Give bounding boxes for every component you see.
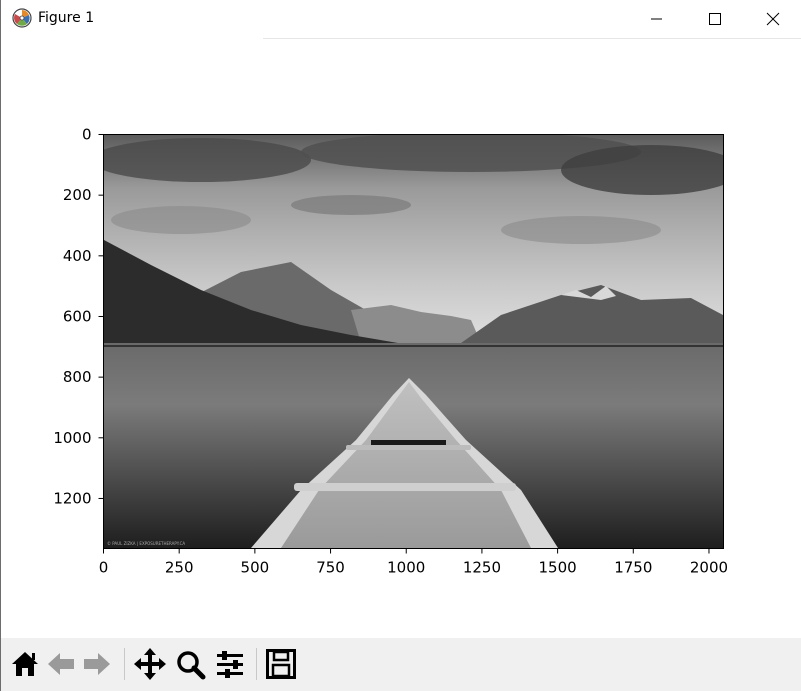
figure-canvas[interactable]: © PAUL ZIZKA | EXPOSURETHERAPY.CA 0 200 40…	[1, 38, 801, 638]
toolbar-separator	[256, 648, 257, 680]
window-title: Figure 1	[38, 10, 95, 26]
x-tick-label: 500	[241, 559, 270, 577]
home-icon	[12, 652, 38, 676]
y-tick-label: 0	[82, 126, 92, 144]
y-tick-label: 800	[63, 368, 92, 386]
x-tick-label: 1250	[463, 559, 501, 577]
figure-window: Figure 1 © PAUL ZIZKA | EXPOSURETHERAPY.…	[0, 0, 801, 691]
x-tick-label: 1500	[539, 559, 577, 577]
forward-icon	[84, 653, 110, 675]
landscape-image: © PAUL ZIZKA | EXPOSURETHERAPY.CA	[104, 135, 723, 548]
x-tick-label: 1000	[387, 559, 425, 577]
maximize-icon	[709, 13, 721, 25]
zoom-icon	[177, 651, 206, 680]
back-button[interactable]	[44, 646, 78, 682]
maximize-button[interactable]	[686, 0, 744, 38]
save-icon	[266, 649, 296, 679]
y-tick-label: 1200	[53, 489, 91, 507]
pan-button[interactable]	[133, 646, 167, 682]
pan-icon	[134, 648, 166, 680]
close-icon	[766, 12, 780, 26]
x-tick-label: 750	[316, 559, 345, 577]
back-icon	[48, 653, 74, 675]
forward-button[interactable]	[80, 646, 114, 682]
x-tick-label: 1750	[614, 559, 652, 577]
navigation-toolbar	[1, 638, 801, 691]
x-tick-label: 2000	[690, 559, 728, 577]
zoom-button[interactable]	[173, 646, 207, 682]
y-tick-label: 600	[63, 307, 92, 325]
y-tick-label: 400	[63, 247, 92, 265]
configure-subplots-button[interactable]	[213, 646, 247, 682]
close-button[interactable]	[744, 0, 801, 38]
plot-svg[interactable]: © PAUL ZIZKA | EXPOSURETHERAPY.CA 0 200 40…	[1, 38, 801, 638]
y-axis: 0 200 400 600 800 1000 1200	[53, 126, 104, 507]
minimize-button[interactable]	[628, 0, 686, 38]
x-axis: 0 250 500 750 1000 1250 1500 1750 2000	[99, 548, 728, 577]
matplotlib-logo-icon	[12, 8, 32, 28]
x-tick-label: 250	[165, 559, 194, 577]
configure-subplots-icon	[217, 651, 243, 678]
title-bar[interactable]: Figure 1	[1, 0, 801, 38]
y-tick-label: 200	[63, 186, 92, 204]
y-tick-label: 1000	[53, 429, 91, 447]
minimize-icon	[651, 18, 662, 20]
toolbar-separator	[124, 648, 125, 680]
home-button[interactable]	[8, 646, 42, 682]
save-button[interactable]	[264, 646, 298, 682]
svg-text:© PAUL ZIZKA | EXPOSURETHERAPY: © PAUL ZIZKA | EXPOSURETHERAPY.CA	[107, 541, 185, 546]
x-tick-label: 0	[99, 559, 109, 577]
